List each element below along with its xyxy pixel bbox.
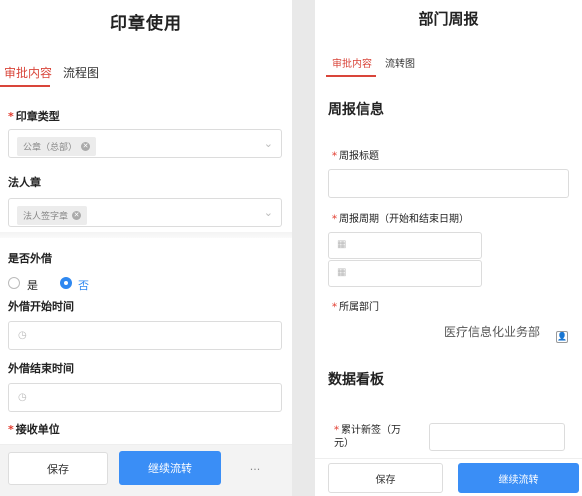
page-title: 印章使用: [110, 14, 182, 34]
page-title: 部门周报: [418, 10, 479, 28]
period-start-date[interactable]: ▦: [328, 232, 482, 259]
borrow-start-label: 外借开始时间: [8, 300, 74, 313]
report-title-input[interactable]: [328, 169, 569, 198]
section-data-board: 数据看板: [328, 372, 384, 388]
tab-flow-chart[interactable]: 流转图: [385, 55, 415, 70]
user-picker-icon[interactable]: 👤: [556, 331, 568, 343]
borrow-end-label: 外借结束时间: [8, 362, 74, 375]
chevron-down-icon[interactable]: ⌄: [264, 206, 273, 219]
receiver-label: * 接收单位: [8, 423, 60, 436]
remove-tag-icon[interactable]: ✕: [81, 142, 91, 151]
continue-flow-button[interactable]: 继续流转: [119, 451, 221, 485]
seal-type-select[interactable]: 公章（总部） ✕ ⌄: [8, 129, 282, 158]
radio-yes[interactable]: [8, 277, 20, 289]
seal-type-tag: 公章（总部） ✕: [17, 137, 97, 156]
seal-usage-panel: 印章使用 审批内容 流程图 * 印章类型 公章（总部） ✕ ⌄ 法人章 法人签字章 ✕…: [0, 0, 292, 496]
legal-seal-select[interactable]: 法人签字章 ✕ ⌄: [8, 198, 282, 227]
borrow-start-input[interactable]: ◷: [8, 321, 282, 350]
external-loan-label: 是否外借: [8, 252, 52, 265]
department-value: 医疗信息化业务部: [444, 325, 541, 339]
save-button[interactable]: 保存: [328, 463, 443, 493]
report-title-label: * 周报标题: [332, 151, 379, 162]
clock-icon: ◷: [18, 330, 27, 341]
chevron-down-icon[interactable]: ⌄: [264, 137, 273, 150]
seal-type-label: * 印章类型: [8, 110, 60, 123]
remove-tag-icon[interactable]: ✕: [72, 211, 82, 220]
active-tab-underline: [326, 75, 376, 77]
tab-approval-content[interactable]: 审批内容: [332, 55, 372, 70]
new-signed-input[interactable]: [429, 423, 565, 451]
borrow-end-input[interactable]: ◷: [8, 383, 282, 412]
department-label: * 所属部门: [332, 302, 379, 313]
save-button[interactable]: 保存: [8, 452, 108, 485]
continue-flow-button[interactable]: 继续流转: [458, 463, 579, 493]
radio-no-label: 否: [78, 279, 89, 292]
section-divider: [0, 232, 292, 238]
report-period-label: * 周报周期（开始和结束日期）: [332, 214, 469, 225]
weekly-report-panel: 部门周报 审批内容 流转图 周报信息 * 周报标题 * 周报周期（开始和结束日期） …: [315, 0, 582, 496]
clock-icon: ◷: [18, 392, 27, 403]
more-button[interactable]: ···: [240, 456, 270, 482]
active-tab-underline: [0, 85, 50, 87]
legal-seal-label: 法人章: [8, 176, 41, 189]
calendar-icon: ▦: [337, 267, 347, 278]
section-report-info: 周报信息: [328, 102, 384, 118]
new-signed-label: * 累计新签（万元）: [334, 425, 401, 449]
period-end-date[interactable]: ▦: [328, 260, 482, 287]
radio-no[interactable]: [60, 277, 72, 289]
legal-seal-tag: 法人签字章 ✕: [17, 206, 88, 225]
calendar-icon: ▦: [337, 239, 347, 250]
tab-approval-content[interactable]: 审批内容: [4, 64, 52, 81]
radio-yes-label: 是: [27, 279, 38, 292]
tab-flow-chart[interactable]: 流程图: [63, 64, 99, 81]
